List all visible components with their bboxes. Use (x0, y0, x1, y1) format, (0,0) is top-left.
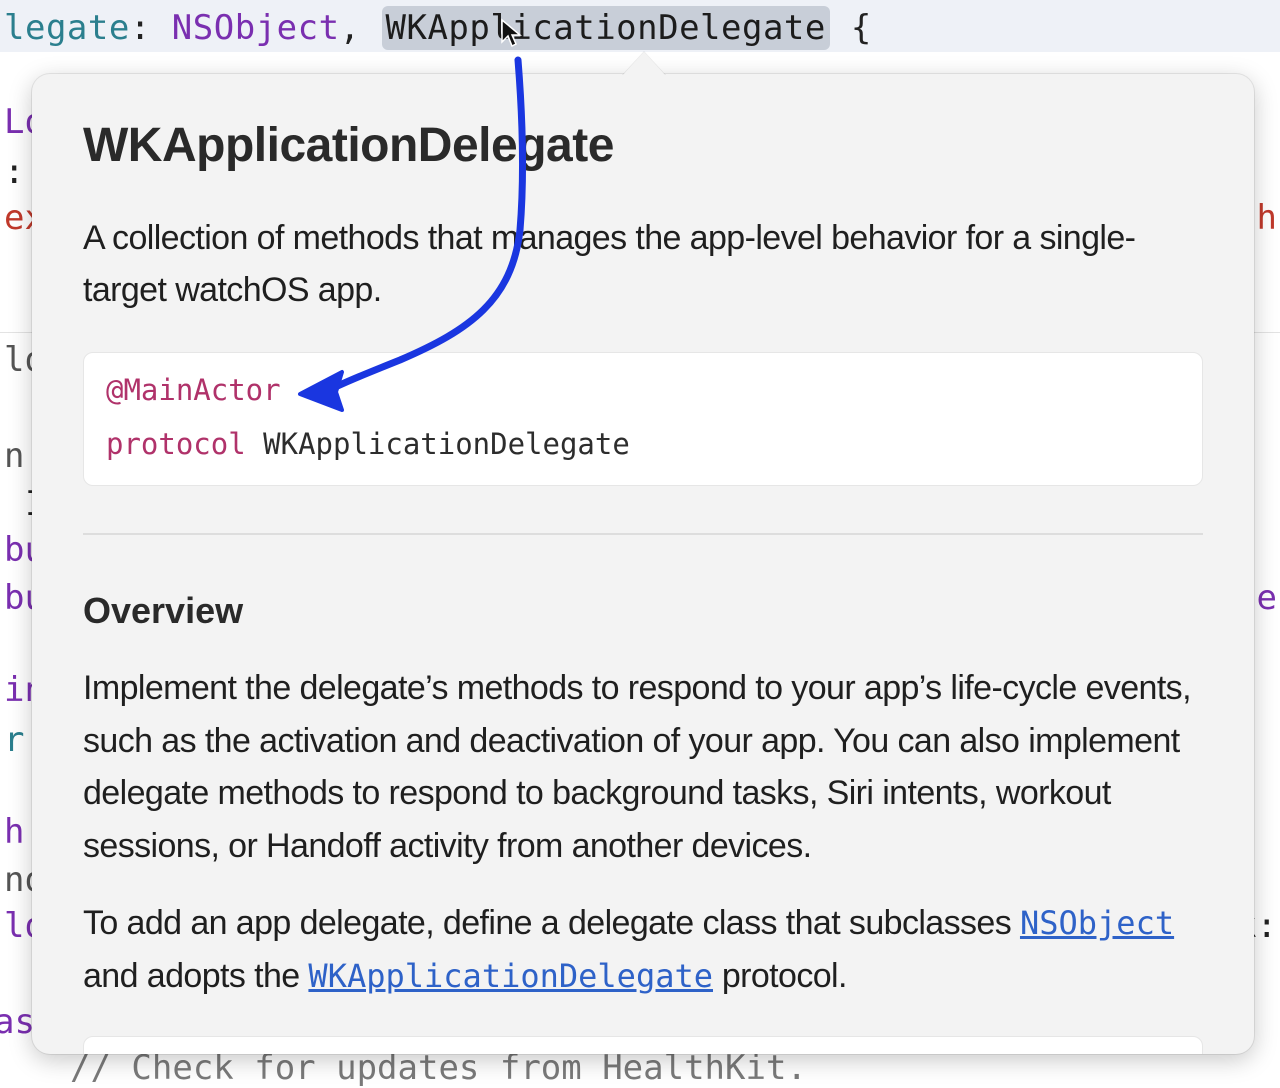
arrow-pointer-icon (501, 18, 522, 48)
code-fragment: h (4, 812, 25, 852)
declaration-keyword: protocol (106, 427, 246, 461)
paragraph-text: To add an app delegate, define a delegat… (83, 904, 1020, 942)
code-fragment: r (4, 720, 25, 760)
class-declaration-line[interactable]: legate: NSObject, WKApplicationDelegate … (4, 6, 872, 52)
declaration-attribute: @MainActor (106, 373, 281, 407)
overview-heading: Overview (83, 590, 244, 631)
popover-arrow (622, 52, 666, 76)
code-fragment: as (0, 1002, 35, 1042)
comment-line: // Check for updates from HealthKit. (70, 1048, 807, 1088)
section-divider (83, 533, 1203, 535)
paragraph-text: and adopts the (83, 956, 309, 995)
symbol-summary: A collection of methods that manages the… (83, 219, 1136, 309)
open-brace: { (829, 8, 872, 48)
quick-help-popover[interactable]: WKApplicationDelegate A collection of me… (32, 74, 1254, 1054)
comma: , (339, 8, 382, 48)
declaration-name: WKApplicationDelegate (263, 427, 630, 461)
class-name-fragment: legate (4, 8, 130, 48)
paragraph-text: protocol. (713, 956, 848, 995)
superclass-token[interactable]: NSObject (172, 8, 340, 48)
code-sample-box (83, 1036, 1203, 1054)
declaration-signature: protocol WKApplicationDelegate (106, 427, 630, 461)
wkapplicationdelegate-link[interactable]: WKApplicationDelegate (308, 957, 713, 995)
symbol-title: WKApplicationDelegate (83, 119, 614, 172)
colon: : (129, 8, 172, 48)
selected-protocol-token[interactable]: WKApplicationDelegate (381, 6, 830, 50)
overview-paragraph-delegate: To add an app delegate, define a delegat… (83, 897, 1208, 1002)
declaration-box: @MainActor protocol WKApplicationDelegat… (83, 352, 1203, 486)
code-fragment: : (4, 152, 25, 192)
code-fragment: n (4, 436, 25, 476)
nsobject-link[interactable]: NSObject (1020, 904, 1174, 942)
overview-paragraph: Implement the delegate’s methods to resp… (83, 669, 1192, 865)
